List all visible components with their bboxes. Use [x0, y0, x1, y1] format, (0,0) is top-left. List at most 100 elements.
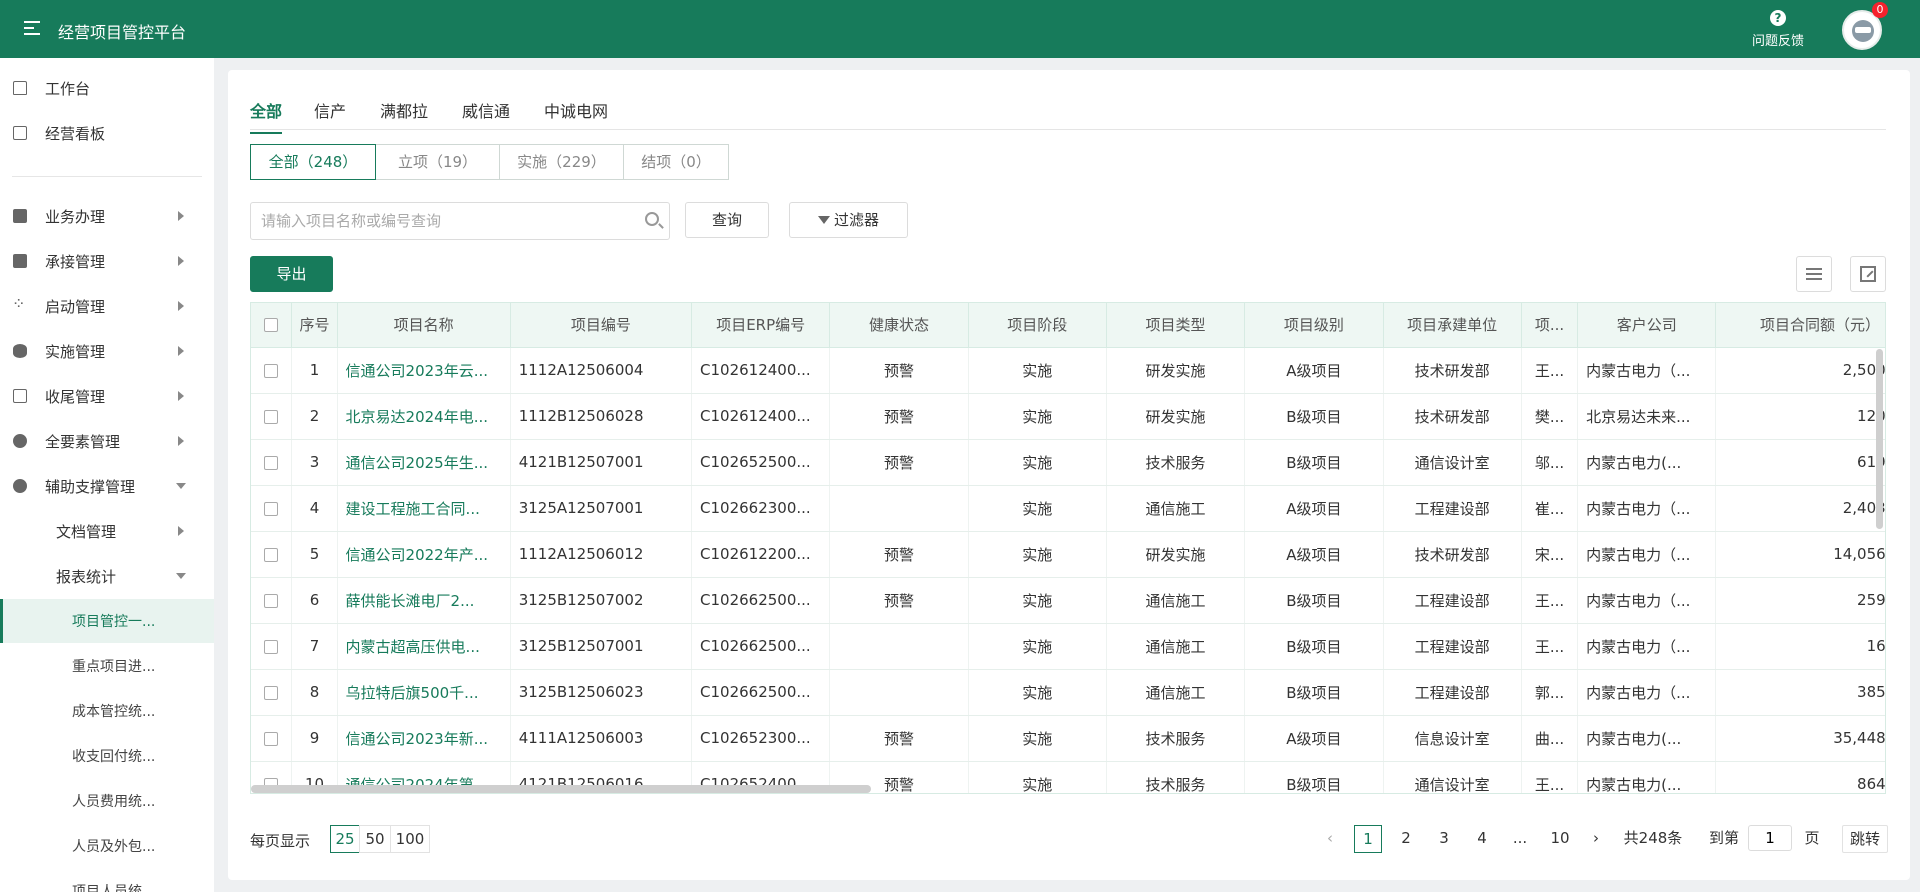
sidebar-item-documents[interactable]: 文档管理: [0, 509, 214, 553]
sidebar-item-label: 报表统计: [56, 567, 117, 586]
project-name-link[interactable]: 信通公司2022年产...: [337, 531, 511, 578]
page-size-100[interactable]: 100: [390, 825, 430, 853]
sidebar-item-cost-control[interactable]: 成本管控统...: [0, 689, 214, 733]
tab-weixintong[interactable]: 威信通: [462, 98, 510, 132]
sidebar-item-payments[interactable]: 收支回付统...: [0, 734, 214, 778]
page-10[interactable]: 10: [1544, 825, 1576, 853]
sidebar-item-label: 文档管理: [56, 522, 117, 541]
sidebar-item-label: 收尾管理: [45, 387, 106, 406]
sidebar-item-staff-outsource[interactable]: 人员及外包...: [0, 824, 214, 868]
page-size-50[interactable]: 50: [359, 825, 391, 853]
filter-button[interactable]: 过滤器: [789, 202, 908, 238]
tab-mandula[interactable]: 满都拉: [380, 98, 428, 132]
goto-page-input[interactable]: [1748, 825, 1792, 851]
column-header[interactable]: 健康状态: [829, 303, 969, 348]
column-header[interactable]: 项目阶段: [968, 303, 1107, 348]
hamburger-menu-icon[interactable]: [24, 21, 40, 35]
table-row[interactable]: 8 乌拉特后旗500千... 3125B12506023 C102662500... 实…: [251, 669, 1885, 716]
table-row[interactable]: 7 内蒙古超高压供电... 3125B12507001 C102662500... 实施…: [251, 623, 1885, 670]
row-checkbox[interactable]: [264, 731, 279, 746]
project-name-link[interactable]: 信通公司2023年云...: [337, 347, 511, 394]
query-button[interactable]: 查询: [685, 202, 769, 238]
column-header[interactable]: 项...: [1521, 303, 1579, 348]
tab-xinchan[interactable]: 信产: [314, 98, 346, 132]
project-name-link[interactable]: 乌拉特后旗500千...: [337, 669, 511, 716]
project-name-link[interactable]: 建设工程施工合同...: [337, 485, 511, 532]
sidebar-item-project-staff[interactable]: 项目人员统...: [0, 869, 214, 892]
table-cell: C102612400...: [691, 393, 831, 440]
table-cell: 4121B12507001: [510, 439, 693, 486]
project-name-link[interactable]: 内蒙古超高压供电...: [337, 623, 511, 670]
table-row[interactable]: 2 北京易达2024年电... 1112B12506028 C102612400...…: [251, 393, 1885, 440]
sidebar-item-support[interactable]: 辅助支撑管理: [0, 464, 214, 508]
search-icon[interactable]: [645, 212, 659, 226]
table-row[interactable]: 1 信通公司2023年云... 1112A12506004 C102612400...…: [251, 347, 1885, 394]
horizontal-scrollbar[interactable]: [251, 785, 871, 793]
jump-button[interactable]: 跳转: [1842, 825, 1888, 853]
page-ellipsis[interactable]: ...: [1506, 825, 1534, 853]
sidebar-item-undertake[interactable]: 承接管理: [0, 239, 214, 283]
project-name-link[interactable]: 信通公司2023年新...: [337, 715, 511, 762]
feedback-button[interactable]: ? 问题反馈: [1748, 8, 1808, 49]
export-button[interactable]: 导出: [250, 256, 333, 292]
column-header[interactable]: 项目名称: [337, 303, 511, 348]
project-name-link[interactable]: 薛供能长滩电厂2...: [337, 577, 511, 624]
page-3[interactable]: 3: [1430, 825, 1458, 853]
row-checkbox[interactable]: [264, 685, 279, 700]
status-filter-implementation[interactable]: 实施（229）: [499, 144, 624, 180]
sidebar-item-workbench[interactable]: 工作台: [0, 66, 214, 110]
chevron-right-icon: [178, 301, 184, 311]
status-filter-closed[interactable]: 结项（0）: [623, 144, 729, 180]
sidebar-item-business[interactable]: 业务办理: [0, 194, 214, 238]
column-header[interactable]: 项目级别: [1244, 303, 1384, 348]
vertical-scrollbar[interactable]: [1876, 349, 1883, 529]
table-row[interactable]: 4 建设工程施工合同... 3125A12507001 C102662300... 实施…: [251, 485, 1885, 532]
table-cell: 3125B12507002: [510, 577, 693, 624]
page-4[interactable]: 4: [1468, 825, 1496, 853]
table-cell: 2,500,9: [1715, 347, 1885, 394]
page-1[interactable]: 1: [1354, 825, 1382, 853]
row-checkbox-cell: [251, 485, 293, 532]
select-all-checkbox[interactable]: [264, 318, 279, 333]
sidebar-item-key-projects[interactable]: 重点项目进...: [0, 644, 214, 688]
fullscreen-button[interactable]: [1850, 256, 1886, 292]
sidebar-item-staff-costs[interactable]: 人员费用统...: [0, 779, 214, 823]
sidebar-item-closing[interactable]: 收尾管理: [0, 374, 214, 418]
row-checkbox[interactable]: [264, 409, 279, 424]
project-name-link[interactable]: 通信公司2025年生...: [337, 439, 511, 486]
sidebar-item-reports[interactable]: 报表统计: [0, 554, 214, 598]
column-header[interactable]: 项目编号: [510, 303, 693, 348]
status-filter-all[interactable]: 全部（248）: [250, 144, 376, 180]
prev-page-icon[interactable]: ‹: [1320, 825, 1340, 853]
row-checkbox[interactable]: [264, 593, 279, 608]
row-checkbox[interactable]: [264, 501, 279, 516]
sidebar-item-dashboard[interactable]: 经营看板: [0, 111, 214, 155]
sidebar-item-implementation[interactable]: 实施管理: [0, 329, 214, 373]
row-checkbox[interactable]: [264, 363, 279, 378]
sidebar-item-startup[interactable]: 启动管理: [0, 284, 214, 328]
table-row[interactable]: 5 信通公司2022年产... 1112A12506012 C102612200...…: [251, 531, 1885, 578]
table-cell: 邬...: [1521, 439, 1579, 486]
table-row[interactable]: 3 通信公司2025年生... 4121B12507001 C102652500...…: [251, 439, 1885, 486]
project-name-link[interactable]: 北京易达2024年电...: [337, 393, 511, 440]
column-settings-button[interactable]: [1796, 256, 1832, 292]
tab-all[interactable]: 全部: [250, 98, 283, 134]
sidebar-item-all-elements[interactable]: 全要素管理: [0, 419, 214, 463]
sidebar-item-project-control[interactable]: 项目管控一...: [0, 599, 214, 643]
row-checkbox[interactable]: [264, 547, 279, 562]
table-row[interactable]: 9 信通公司2023年新... 4111A12506003 C102652300...…: [251, 715, 1885, 762]
page-size-25[interactable]: 25: [330, 825, 360, 853]
column-header[interactable]: 客户公司: [1577, 303, 1717, 348]
column-header[interactable]: 项目承建单位: [1383, 303, 1522, 348]
row-checkbox[interactable]: [264, 639, 279, 654]
column-header[interactable]: 项目ERP编号: [691, 303, 831, 348]
row-checkbox[interactable]: [264, 455, 279, 470]
column-header[interactable]: 项目类型: [1106, 303, 1246, 348]
table-row[interactable]: 6 薛供能长滩电厂2... 3125B12507002 C102662500... 预警…: [251, 577, 1885, 624]
column-header[interactable]: 项目合同额（元）: [1715, 303, 1885, 348]
next-page-icon[interactable]: ›: [1586, 825, 1606, 853]
search-input[interactable]: [261, 211, 621, 231]
page-2[interactable]: 2: [1392, 825, 1420, 853]
status-filter-initiation[interactable]: 立项（19）: [375, 144, 500, 180]
tab-zhongcheng[interactable]: 中诚电网: [544, 98, 608, 132]
